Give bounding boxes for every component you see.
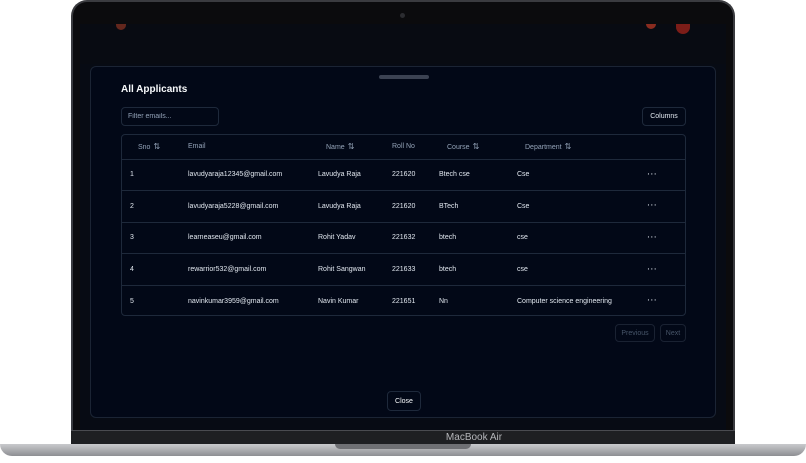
cell-roll: 221620 xyxy=(392,202,416,210)
brand-logo xyxy=(116,24,126,30)
row-actions-menu-icon[interactable]: ··· xyxy=(647,265,657,275)
laptop-notch xyxy=(335,444,471,449)
device-model-label: MacBook Air xyxy=(445,432,503,443)
cell-email: lavudyaraja12345@gmail.com xyxy=(188,171,283,179)
cell-name: Rohit Sangwan xyxy=(318,266,366,274)
cell-name: Navin Kumar xyxy=(318,297,359,305)
header-name-label: Name xyxy=(326,144,345,152)
row-actions-menu-icon[interactable]: ··· xyxy=(647,170,657,180)
header-department[interactable]: Department ⇅ xyxy=(517,135,647,159)
filter-emails-input[interactable] xyxy=(121,107,219,126)
header-roll: Roll No xyxy=(392,135,439,159)
cell-name: Lavudya Raja xyxy=(318,171,361,179)
dialog-title: All Applicants xyxy=(121,84,188,95)
drag-handle[interactable] xyxy=(379,75,429,79)
applicants-dialog: All Applicants Columns Sno⇅ Email xyxy=(90,66,716,418)
row-actions-menu-icon[interactable]: ··· xyxy=(647,201,657,211)
cell-course: BTech xyxy=(439,202,459,210)
cell-email: learneaseu@gmail.com xyxy=(188,234,262,242)
columns-button[interactable]: Columns xyxy=(642,107,686,126)
cell-email: lavudyaraja5228@gmail.com xyxy=(188,202,279,210)
table-row: 5 navinkumar3959@gmail.com Navin Kumar 2… xyxy=(122,285,685,315)
header-course-label: Course xyxy=(447,144,470,152)
cell-course: btech xyxy=(439,266,457,274)
cell-roll: 221651 xyxy=(392,297,416,305)
header-sno[interactable]: Sno ⇅ xyxy=(122,135,188,159)
cell-department: Cse xyxy=(517,202,530,210)
cell-course: btech xyxy=(439,234,457,242)
cell-department: cse xyxy=(517,266,528,274)
cell-sno: 4 xyxy=(130,266,134,274)
table-row: 1 lavudyaraja12345@gmail.com Lavudya Raj… xyxy=(122,159,685,191)
cell-sno: 3 xyxy=(130,234,134,242)
close-button[interactable]: Close xyxy=(387,391,421,411)
app-header xyxy=(80,24,726,64)
camera-dot xyxy=(400,13,405,18)
header-name[interactable]: Name ⇅ xyxy=(318,135,392,159)
cell-roll: 221620 xyxy=(392,171,416,179)
table-row: 3 learneaseu@gmail.com Rohit Yadav 22163… xyxy=(122,222,685,254)
cell-course: Btech cse xyxy=(439,171,470,179)
header-sno-label: Sno xyxy=(138,144,151,152)
sort-icon[interactable]: ⇅ xyxy=(565,142,572,151)
table-header-row: Sno ⇅ Email Name ⇅ Roll No Course ⇅ Depa… xyxy=(122,135,685,159)
table-row: 4 rewarrior532@gmail.com Rohit Sangwan 2… xyxy=(122,253,685,286)
cell-roll: 221632 xyxy=(392,234,416,242)
laptop-chin: MacBook Air xyxy=(71,430,735,444)
header-email: Email xyxy=(188,135,318,159)
cell-email: rewarrior532@gmail.com xyxy=(188,266,267,274)
header-roll-label: Roll No xyxy=(392,143,415,151)
row-actions-menu-icon[interactable]: ··· xyxy=(647,296,657,306)
cell-name: Rohit Yadav xyxy=(318,234,356,242)
notification-icon[interactable] xyxy=(646,24,656,29)
sort-icon[interactable]: ⇅ xyxy=(153,142,160,151)
sort-icon[interactable]: ⇅ xyxy=(473,142,480,151)
header-department-label: Department xyxy=(525,144,562,152)
laptop-base: MacBook Air xyxy=(0,430,806,463)
screen: All Applicants Columns Sno⇅ Email xyxy=(80,24,726,430)
cell-department: Cse xyxy=(517,171,530,179)
table-row: 2 lavudyaraja5228@gmail.com Lavudya Raja… xyxy=(122,190,685,223)
cell-department: Computer science engineering xyxy=(517,297,612,305)
cell-course: Nn xyxy=(439,297,448,305)
header-email-label: Email xyxy=(188,143,206,151)
applicants-table: Sno ⇅ Email Name ⇅ Roll No Course ⇅ Depa… xyxy=(121,134,686,316)
next-page-button[interactable]: Next xyxy=(660,324,686,342)
cell-department: cse xyxy=(517,234,528,242)
cell-roll: 221633 xyxy=(392,266,416,274)
header-actions xyxy=(647,135,685,159)
row-actions-menu-icon[interactable]: ··· xyxy=(647,233,657,243)
cell-name: Lavudya Raja xyxy=(318,202,361,210)
cell-sno: 5 xyxy=(130,297,134,305)
sort-icon[interactable]: ⇅ xyxy=(348,142,355,151)
header-course[interactable]: Course ⇅ xyxy=(439,135,517,159)
previous-page-button[interactable]: Previous xyxy=(615,324,655,342)
avatar[interactable] xyxy=(676,24,690,34)
cell-sno: 2 xyxy=(130,202,134,210)
cell-email: navinkumar3959@gmail.com xyxy=(188,297,279,305)
cell-sno: 1 xyxy=(130,171,134,179)
